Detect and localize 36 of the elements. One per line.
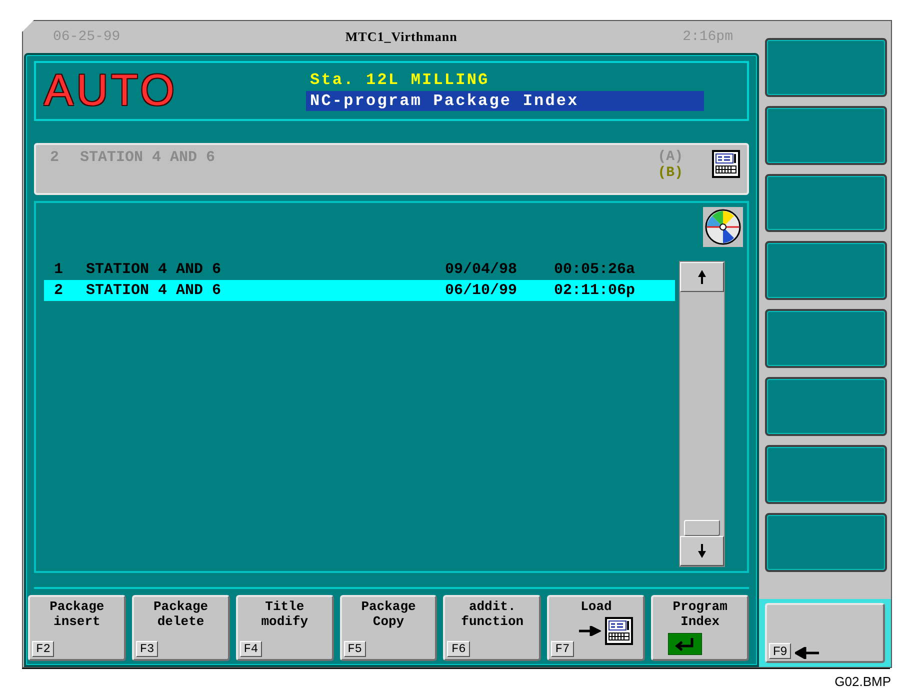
softkey[interactable]: addit. function F6 bbox=[443, 595, 542, 661]
scrollbar[interactable] bbox=[679, 261, 725, 567]
softkey[interactable]: Package insert F2 bbox=[28, 595, 126, 661]
softkey[interactable] bbox=[765, 38, 887, 97]
softkey[interactable] bbox=[765, 241, 887, 300]
package-row[interactable]: 2 STATION 4 AND 6 06/10/99 02:11:06p bbox=[44, 280, 675, 301]
softkey[interactable]: Program Index bbox=[651, 595, 750, 661]
down-arrow-icon bbox=[697, 543, 707, 559]
up-arrow-icon bbox=[697, 269, 707, 285]
softkey[interactable] bbox=[765, 377, 887, 436]
softkey[interactable]: Package Copy F5 bbox=[340, 595, 438, 661]
scroll-thumb[interactable] bbox=[684, 520, 720, 536]
softkey[interactable]: Package delete F3 bbox=[132, 595, 230, 661]
screen-title: NC-program Package Index bbox=[306, 91, 704, 111]
softkey[interactable]: Title modify F4 bbox=[236, 595, 334, 661]
softkey[interactable]: Load F7 bbox=[547, 595, 646, 661]
cnc-monitor-icon bbox=[711, 149, 741, 179]
station-title: Sta. 12L MILLING bbox=[309, 71, 490, 89]
disc-icon bbox=[703, 207, 743, 247]
softkey[interactable] bbox=[765, 309, 887, 368]
machine-name: MTC1_Virthmann bbox=[345, 29, 458, 45]
mode-label: AUTO bbox=[44, 69, 178, 113]
arrow-icon bbox=[578, 626, 601, 636]
softkey[interactable] bbox=[765, 174, 887, 232]
slot-label: (B) bbox=[658, 165, 683, 181]
softkey[interactable] bbox=[765, 106, 887, 165]
back-softkey[interactable]: F9 bbox=[765, 602, 885, 663]
softkey[interactable] bbox=[765, 444, 887, 504]
image-caption: G02.BMP bbox=[834, 674, 891, 689]
scroll-down-button[interactable] bbox=[680, 536, 724, 566]
package-row[interactable]: 1 STATION 4 AND 6 09/04/98 00:05:26a bbox=[44, 259, 675, 280]
cnc-monitor-icon bbox=[604, 616, 634, 646]
enter-icon bbox=[668, 633, 702, 655]
left-arrow-icon bbox=[795, 646, 820, 659]
scroll-up-button[interactable] bbox=[680, 262, 724, 292]
softkey[interactable] bbox=[765, 512, 887, 572]
